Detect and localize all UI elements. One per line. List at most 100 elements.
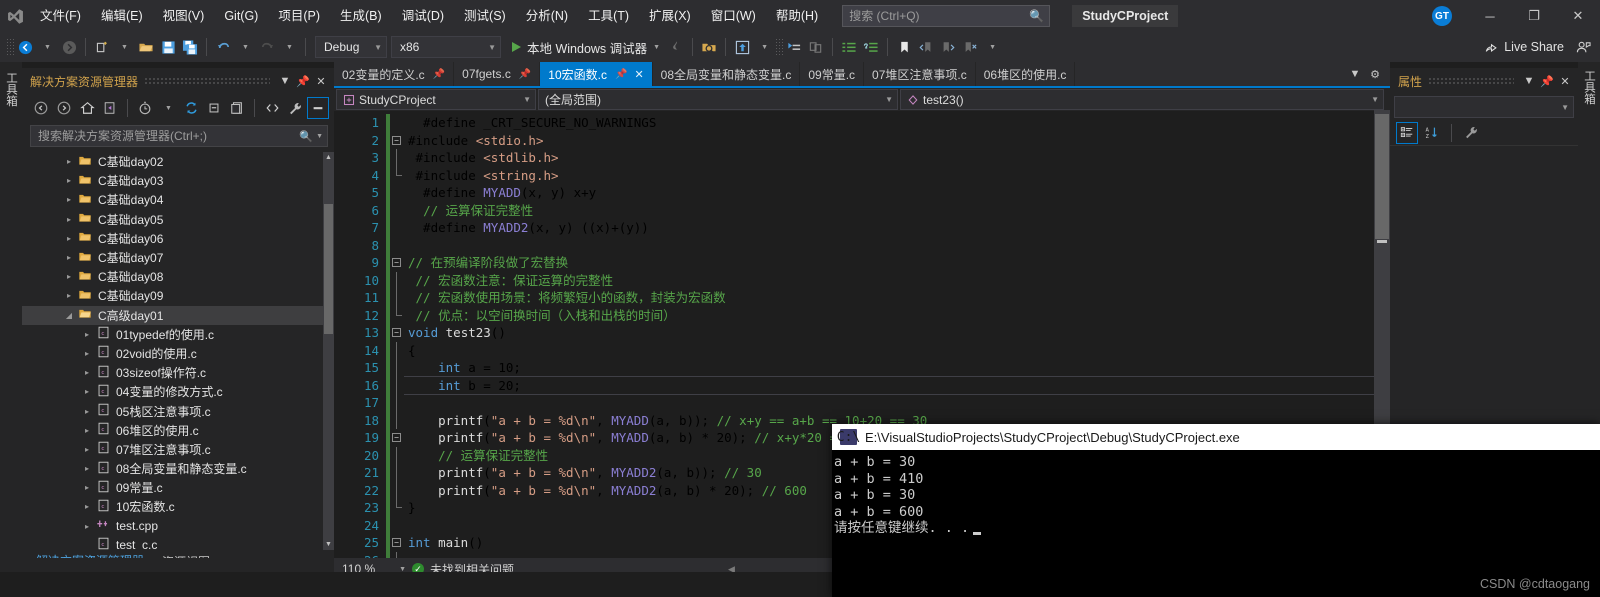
global-search-box[interactable]: 🔍 bbox=[842, 5, 1051, 27]
toolbar-grip-2[interactable] bbox=[775, 38, 784, 56]
code-line[interactable]: #include <stdlib.h> bbox=[404, 149, 1390, 167]
outlining-cell[interactable]: − bbox=[390, 254, 404, 272]
outlining-cell[interactable] bbox=[390, 341, 404, 359]
close-icon[interactable]: ✕ bbox=[1556, 71, 1574, 91]
close-button[interactable]: ✕ bbox=[1556, 0, 1600, 32]
tree-item[interactable]: ▸ c 08全局变量和静态变量.c bbox=[22, 459, 334, 478]
search-input[interactable] bbox=[849, 9, 1030, 23]
scope-combo[interactable]: (全局范围) ▼ bbox=[538, 89, 898, 110]
tree-item[interactable]: ▸ c 07堆区注意事项.c bbox=[22, 440, 334, 459]
pending-changes-icon[interactable] bbox=[134, 97, 156, 119]
code-line[interactable]: int a = 10; bbox=[404, 359, 1390, 377]
expand-arrow-icon[interactable]: ▸ bbox=[62, 291, 76, 300]
editor-tab[interactable]: 07fgets.c 📌 bbox=[454, 62, 541, 86]
hot-reload-button[interactable] bbox=[665, 35, 687, 59]
menu-item-build[interactable]: 生成(B) bbox=[330, 0, 392, 32]
pin-icon[interactable]: 📌 bbox=[519, 69, 531, 80]
outlining-cell[interactable]: − bbox=[390, 132, 404, 150]
next-bookmark-button[interactable] bbox=[937, 35, 959, 59]
editor-tab-strip[interactable]: 02变量的定义.c 📌 07fgets.c 📌 10宏函数.c 📌 ✕ 08全局变量和静态变量… bbox=[334, 62, 1390, 86]
live-share-button[interactable]: Live Share bbox=[1484, 40, 1572, 54]
expand-arrow-icon[interactable]: ▸ bbox=[80, 368, 94, 377]
refresh-icon[interactable] bbox=[180, 97, 202, 119]
menu-item-window[interactable]: 窗口(W) bbox=[701, 0, 766, 32]
editor-tab[interactable]: 08全局变量和静态变量.c bbox=[652, 62, 801, 86]
pin-icon[interactable]: 📌 bbox=[433, 69, 445, 80]
code-line[interactable]: int b = 20; bbox=[404, 375, 1390, 395]
properties-drag-dots[interactable] bbox=[1428, 76, 1514, 86]
code-line[interactable]: // 在预编译阶段做了宏替换 bbox=[404, 254, 1390, 272]
outlining-cell[interactable] bbox=[390, 376, 404, 394]
outlining-cell[interactable] bbox=[390, 166, 404, 185]
expand-arrow-icon[interactable]: ▸ bbox=[62, 157, 76, 166]
expand-arrow-icon[interactable]: ▸ bbox=[80, 483, 94, 492]
tree-item[interactable]: ▸ C基础day04 bbox=[22, 190, 334, 209]
property-pages-wrench-icon[interactable] bbox=[1460, 122, 1482, 144]
forward-icon[interactable] bbox=[53, 97, 75, 119]
menu-item-view[interactable]: 视图(V) bbox=[153, 0, 215, 32]
menu-item-git[interactable]: Git(G) bbox=[214, 0, 268, 32]
alphabetical-sort-icon[interactable]: AZ bbox=[1421, 122, 1443, 144]
expand-arrow-icon[interactable]: ▸ bbox=[80, 387, 94, 396]
redo-button[interactable] bbox=[256, 35, 278, 59]
editor-tab[interactable]: 07堆区注意事项.c bbox=[864, 62, 976, 86]
solution-configuration-combo[interactable]: Debug ▼ bbox=[315, 36, 387, 58]
categorized-view-icon[interactable] bbox=[1396, 121, 1418, 144]
tree-item[interactable]: ▸ test.cpp bbox=[22, 517, 334, 536]
menu-item-debug[interactable]: 调试(D) bbox=[392, 0, 454, 32]
expand-arrow-icon[interactable]: ▸ bbox=[62, 215, 76, 224]
code-line[interactable]: void test23() bbox=[404, 324, 1390, 342]
navigate-back-button[interactable] bbox=[14, 35, 36, 59]
outlining-cell[interactable] bbox=[390, 499, 404, 517]
avatar[interactable]: GT bbox=[1432, 6, 1452, 26]
code-line[interactable]: #define _CRT_SECURE_NO_WARNINGS bbox=[404, 114, 1390, 132]
tree-item[interactable]: ▸ C基础day02 bbox=[22, 152, 334, 171]
pin-icon[interactable]: 📌 bbox=[615, 69, 627, 80]
close-icon[interactable]: ✕ bbox=[634, 68, 643, 81]
show-all-files-icon[interactable] bbox=[261, 97, 283, 119]
select-element-button[interactable] bbox=[731, 35, 753, 59]
tree-item[interactable]: ▸ c 09常量.c bbox=[22, 478, 334, 497]
tree-item[interactable]: ▸ c 02void的使用.c bbox=[22, 344, 334, 363]
redo-dropdown[interactable]: ▼ bbox=[278, 35, 300, 59]
pending-changes-dropdown-icon[interactable]: ▼ bbox=[157, 97, 179, 119]
save-button[interactable] bbox=[157, 35, 179, 59]
open-file-button[interactable] bbox=[135, 35, 157, 59]
new-project-button[interactable] bbox=[91, 35, 113, 59]
outlining-cell[interactable] bbox=[390, 184, 404, 202]
code-line[interactable]: // 宏函数注意：保证运算的完整性 bbox=[404, 272, 1390, 290]
expand-arrow-icon[interactable]: ▸ bbox=[80, 522, 94, 531]
menu-item-analyze[interactable]: 分析(N) bbox=[516, 0, 578, 32]
code-line[interactable]: // 宏函数使用场景：将频繁短小的函数，封装为宏函数 bbox=[404, 289, 1390, 307]
code-line[interactable]: #include <stdio.h> bbox=[404, 132, 1390, 150]
scrollbar-thumb[interactable] bbox=[324, 204, 333, 334]
solution-platform-combo[interactable]: x86 ▼ bbox=[391, 36, 501, 58]
feedback-button[interactable] bbox=[1572, 35, 1594, 59]
console-window[interactable]: C:\ E:\VisualStudioProjects\StudyCProjec… bbox=[832, 424, 1600, 597]
toolbar-grip[interactable] bbox=[6, 38, 14, 56]
expand-arrow-icon[interactable]: ▸ bbox=[62, 195, 76, 204]
comment-lines-button[interactable] bbox=[838, 35, 860, 59]
outlining-cell[interactable] bbox=[390, 464, 404, 482]
menu-item-extensions[interactable]: 扩展(X) bbox=[639, 0, 701, 32]
close-icon[interactable]: ✕ bbox=[312, 71, 330, 91]
tree-item[interactable]: ▸ c 03sizeof操作符.c bbox=[22, 363, 334, 382]
menu-item-test[interactable]: 测试(S) bbox=[454, 0, 516, 32]
properties-object-combo[interactable]: ▼ bbox=[1394, 96, 1574, 118]
panel-drag-dots[interactable] bbox=[144, 76, 270, 86]
editor-tab[interactable]: 10宏函数.c 📌 ✕ bbox=[540, 62, 653, 86]
tree-item[interactable]: ▸ c 10宏函数.c bbox=[22, 497, 334, 516]
code-line[interactable]: // 运算保证完整性 bbox=[404, 202, 1390, 220]
step-into-button[interactable] bbox=[783, 35, 805, 59]
editor-scrollbar-thumb[interactable] bbox=[1375, 114, 1389, 239]
panel-menu-chevron-icon[interactable]: ▼ bbox=[276, 71, 294, 91]
tree-item[interactable]: ▸ C基础day07 bbox=[22, 248, 334, 267]
expand-arrow-icon[interactable]: ▸ bbox=[80, 445, 94, 454]
expand-arrow-icon[interactable]: ▸ bbox=[62, 253, 76, 262]
toolbox-vertical-tab[interactable]: 工具箱 bbox=[0, 62, 22, 572]
editor-navigation-bar[interactable]: StudyCProject ▼ (全局范围) ▼ test23() ▼ bbox=[334, 88, 1390, 112]
project-combo[interactable]: StudyCProject ▼ bbox=[336, 89, 536, 110]
tree-item[interactable]: ▸ c 06堆区的使用.c bbox=[22, 421, 334, 440]
previous-bookmark-button[interactable] bbox=[915, 35, 937, 59]
expand-arrow-icon[interactable]: ▸ bbox=[62, 272, 76, 281]
